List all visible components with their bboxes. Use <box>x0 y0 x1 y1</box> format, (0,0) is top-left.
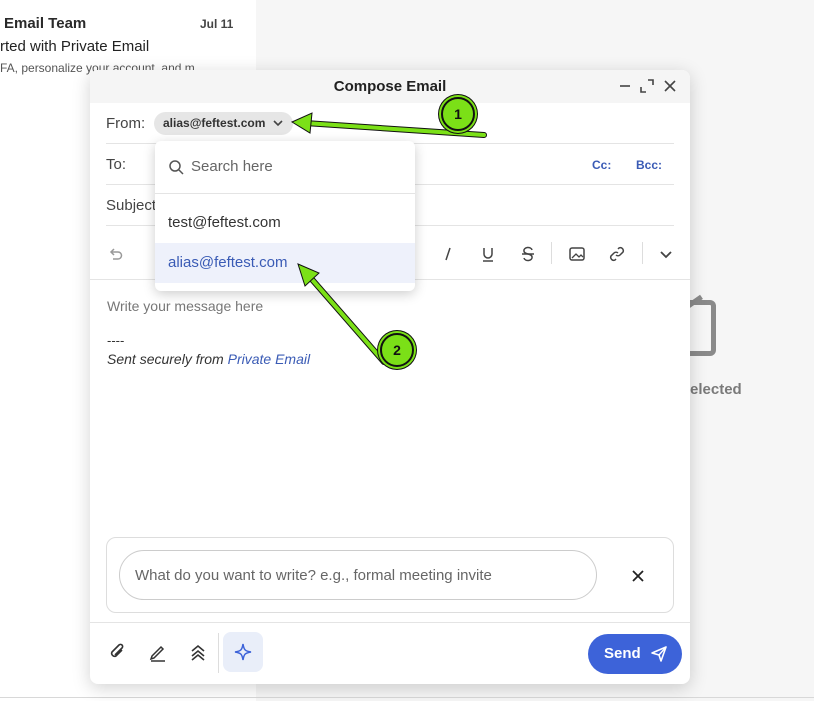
dropdown-search-placeholder: Search here <box>191 158 273 175</box>
search-icon <box>169 160 184 175</box>
link-icon[interactable] <box>608 245 626 263</box>
from-dropdown: Search here test@feftest.com alias@fefte… <box>155 141 415 291</box>
email-sender[interactable]: Email Team <box>4 15 86 32</box>
attachment-icon[interactable] <box>108 642 128 662</box>
dropdown-option-highlighted[interactable]: alias@feftest.com <box>155 243 415 283</box>
from-label: From: <box>106 115 146 132</box>
email-subject[interactable]: rted with Private Email <box>0 38 149 55</box>
close-icon[interactable] <box>662 78 678 94</box>
minimize-icon[interactable] <box>617 78 633 94</box>
email-date: Jul 11 <box>200 17 234 31</box>
expand-icon[interactable] <box>639 78 655 94</box>
sparkle-icon <box>234 643 252 661</box>
from-selector[interactable]: alias@feftest.com <box>154 112 294 135</box>
toolbar-separator <box>551 242 552 264</box>
close-ai-icon[interactable] <box>629 567 647 585</box>
compose-footer: Send <box>90 622 690 684</box>
annotation-badge-1: 1 <box>441 97 475 131</box>
annotation-badge-2: 2 <box>380 333 414 367</box>
chevron-down-icon <box>273 120 283 127</box>
signature-link[interactable]: Private Email <box>228 351 310 367</box>
italic-icon[interactable] <box>439 245 457 263</box>
dropdown-option[interactable]: test@feftest.com <box>155 203 415 243</box>
to-label: To: <box>106 156 127 173</box>
more-options-chevron-icon[interactable] <box>657 245 675 263</box>
divider <box>0 697 814 698</box>
send-button[interactable]: Send <box>588 634 682 674</box>
toolbar-separator <box>642 242 643 264</box>
image-icon[interactable] <box>568 245 586 263</box>
underline-icon[interactable] <box>479 245 497 263</box>
ai-assistant-button[interactable] <box>223 632 263 672</box>
empty-state-text: elected <box>690 381 742 398</box>
cc-button[interactable]: Cc: <box>592 158 611 172</box>
send-label: Send <box>604 645 641 662</box>
footer-separator <box>218 633 219 673</box>
subject-label: Subject <box>106 197 157 214</box>
compose-header: Compose Email <box>90 70 690 103</box>
message-body[interactable]: Write your message here <box>107 298 263 314</box>
compose-title: Compose Email <box>333 78 447 95</box>
ai-writer-panel <box>106 537 674 613</box>
from-value: alias@feftest.com <box>163 116 266 130</box>
template-icon[interactable] <box>188 642 208 662</box>
signature-pen-icon[interactable] <box>148 642 168 662</box>
strikethrough-icon[interactable] <box>519 245 537 263</box>
bcc-button[interactable]: Bcc: <box>636 158 662 172</box>
dropdown-search[interactable]: Search here <box>155 141 415 194</box>
undo-icon[interactable] <box>106 245 124 263</box>
signature: Sent securely from Private Email <box>107 351 310 367</box>
paper-plane-icon <box>651 646 667 662</box>
signature-separator: ---- <box>107 333 125 348</box>
ai-prompt-input[interactable] <box>119 550 597 600</box>
signature-text: Sent securely from <box>107 351 228 367</box>
from-row: From: alias@feftest.com <box>106 103 674 144</box>
